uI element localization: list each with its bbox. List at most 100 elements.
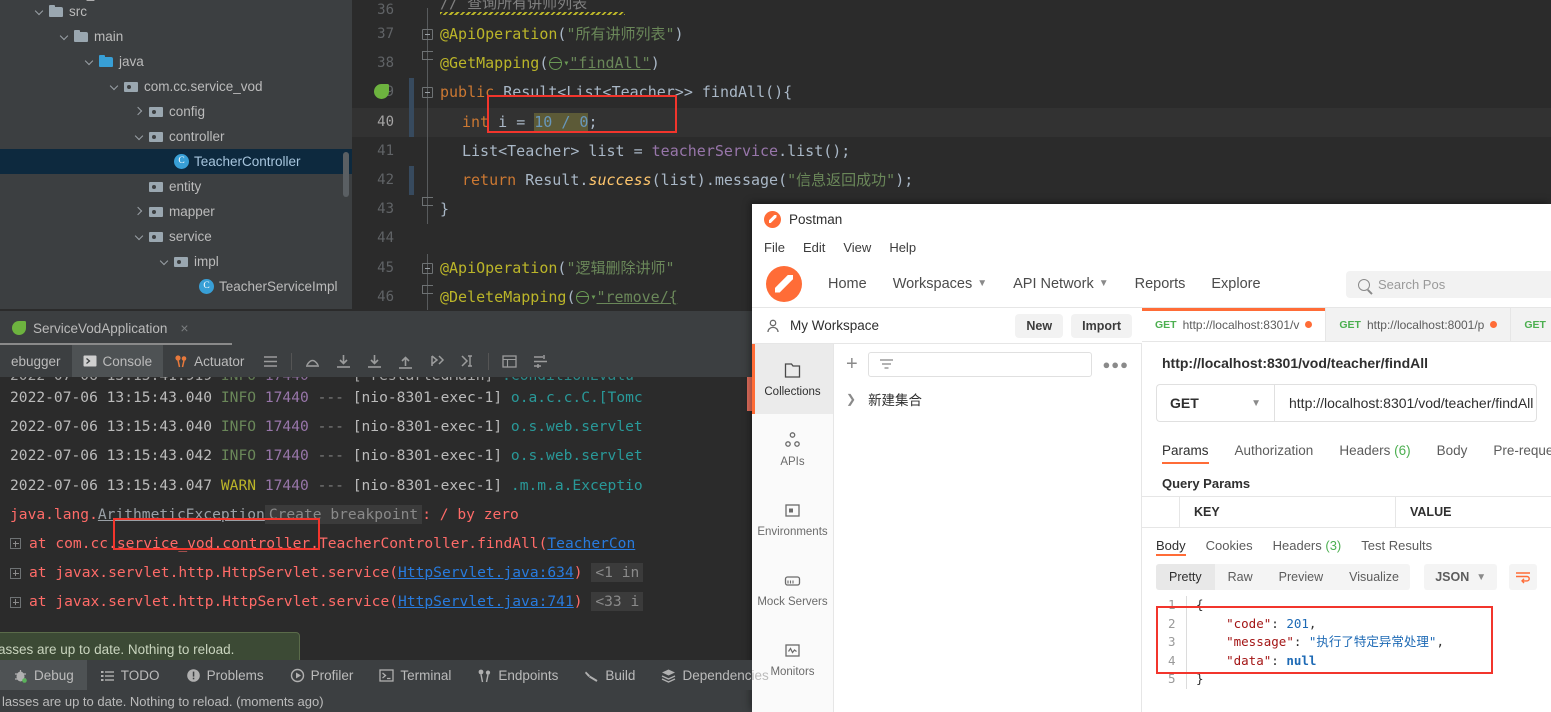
url-input[interactable]: http://localhost:8301/vod/teacher/findAl… — [1274, 384, 1537, 422]
stack-frame-line[interactable]: at javax.servlet.http.HttpServlet.servic… — [0, 558, 752, 587]
nav-home[interactable]: Home — [828, 276, 867, 292]
mapping-string[interactable]: "remove/{ — [597, 288, 678, 306]
rail-item-collections[interactable]: Collections — [752, 344, 833, 414]
bottom-tab-todo[interactable]: TODO — [87, 660, 173, 690]
tab-authorization[interactable]: Authorization — [1235, 430, 1314, 470]
tree-item-mapper[interactable]: mapper — [0, 199, 352, 224]
bottom-tab-build[interactable]: Build — [571, 660, 648, 690]
request-pane[interactable]: http://localhost:8301/vod/teacher/findAl… — [1142, 342, 1551, 712]
format-pretty[interactable]: Pretty — [1156, 564, 1215, 590]
fold-bar[interactable] — [418, 282, 440, 310]
mapping-string[interactable]: "findAll" — [569, 54, 650, 72]
format-raw[interactable]: Raw — [1215, 564, 1266, 590]
postman-nav-bar[interactable]: Home Workspaces ▼ API Network ▼ Reports Ex… — [752, 260, 1551, 308]
tab-debugger[interactable]: ebugger — [0, 345, 72, 377]
expand-icon[interactable] — [10, 567, 21, 579]
tree-item-teachercontroller[interactable]: C TeacherController — [0, 149, 352, 174]
menu-view[interactable]: View — [843, 240, 871, 255]
menu-file[interactable]: File — [764, 240, 785, 255]
frame-link[interactable]: HttpServlet.java:634 — [398, 564, 574, 581]
tool-window-bar[interactable]: Debug TODO Problems Profiler Terminal En… — [0, 660, 769, 690]
chevron-down-icon[interactable] — [133, 230, 146, 243]
rail-item-apis[interactable]: APIs — [752, 414, 833, 484]
evaluate-expression-icon[interactable] — [501, 353, 518, 370]
chevron-down-icon[interactable]: ▾ — [590, 283, 596, 310]
project-tree[interactable]: service_vodsrcmain javacom.cc.service_vod… — [0, 0, 352, 310]
menu-edit[interactable]: Edit — [803, 240, 825, 255]
wrap-lines-button[interactable] — [1509, 564, 1537, 590]
chevron-right-icon[interactable]: ❯ — [846, 392, 856, 406]
step-over-icon[interactable] — [304, 353, 321, 370]
console-toolbar[interactable]: ebugger Console Actuator — [0, 345, 752, 377]
nav-explore[interactable]: Explore — [1211, 276, 1260, 292]
format-visualize[interactable]: Visualize — [1336, 564, 1410, 590]
tree-item-java[interactable]: java — [0, 49, 352, 74]
expand-icon[interactable] — [10, 596, 21, 608]
select-all-checkbox-cell[interactable] — [1142, 497, 1180, 527]
fold-bar[interactable] — [418, 165, 440, 196]
step-into-icon[interactable] — [335, 353, 352, 370]
tab-response-body[interactable]: Body — [1156, 528, 1186, 562]
tree-item-impl[interactable]: impl — [0, 249, 352, 274]
chevron-down-icon[interactable] — [33, 5, 46, 18]
fold-bar[interactable] — [418, 195, 440, 225]
fold-bar[interactable] — [418, 78, 440, 108]
tab-pre-request-script[interactable]: Pre-request Scr — [1493, 430, 1551, 470]
postman-window[interactable]: Postman File Edit View Help Home Workspa… — [752, 204, 1551, 712]
tab-response-cookies[interactable]: Cookies — [1206, 528, 1253, 562]
stack-frame-line[interactable]: at javax.servlet.http.HttpServlet.servic… — [0, 587, 752, 616]
fold-bar[interactable] — [418, 20, 440, 50]
tab-response-headers[interactable]: Headers (3) — [1273, 528, 1342, 562]
workspace-name[interactable]: My Workspace — [790, 318, 879, 333]
rail-item-flows[interactable]: Flows — [752, 694, 833, 712]
add-icon[interactable]: + — [846, 354, 858, 374]
chevron-down-icon[interactable] — [83, 55, 96, 68]
tree-item-config[interactable]: config — [0, 99, 352, 124]
tree-item-teacherserviceimpl[interactable]: C TeacherServiceImpl — [0, 274, 352, 299]
filter-input[interactable] — [867, 351, 1093, 377]
postman-brand-icon[interactable] — [766, 265, 802, 302]
search-input[interactable]: Search Pos — [1346, 271, 1551, 298]
collection-item[interactable]: ❯ 新建集合 — [834, 384, 1141, 414]
drop-frame-icon[interactable] — [428, 353, 445, 370]
bottom-tab-endpoints[interactable]: Endpoints — [464, 660, 571, 690]
fold-bar[interactable] — [418, 136, 440, 166]
tab-headers[interactable]: Headers (6) — [1339, 430, 1410, 470]
rail-item-mock-servers[interactable]: Mock Servers — [752, 554, 833, 624]
new-button[interactable]: New — [1015, 313, 1064, 338]
more-options-icon[interactable]: ●●● — [1102, 357, 1129, 372]
chevron-down-icon[interactable] — [133, 130, 146, 143]
tree-item-controller[interactable]: controller — [0, 124, 352, 149]
globe-icon[interactable] — [548, 57, 563, 71]
hidden-frames-badge[interactable]: <1 in — [591, 563, 644, 583]
request-tabs[interactable]: Params Authorization Headers (6) Body Pr… — [1142, 430, 1551, 470]
content-type-select[interactable]: JSON ▼ — [1424, 564, 1498, 590]
tree-item-com-cc-service-vod[interactable]: com.cc.service_vod — [0, 74, 352, 99]
soft-wrap-icon[interactable] — [262, 353, 279, 370]
request-tab[interactable]: GET http://localhost:8301/v — [1142, 308, 1327, 341]
tree-item-src[interactable]: src — [0, 0, 352, 24]
collections-panel[interactable]: + ●●● ❯ 新建集合 — [834, 344, 1142, 712]
bottom-tab-dependencies[interactable]: Dependencies — [648, 660, 781, 690]
fold-bar[interactable] — [418, 0, 440, 28]
response-format-bar[interactable]: Pretty Raw Preview Visualize JSON ▼ — [1142, 562, 1551, 592]
response-body-json[interactable]: 1{2 "code": 201, 3 "message": "执行了特定异常处理"… — [1156, 596, 1537, 689]
step-out-icon[interactable] — [397, 353, 414, 370]
response-tabs[interactable]: Body Cookies Headers (3) Test Results — [1142, 528, 1551, 562]
bottom-tab-profiler[interactable]: Profiler — [277, 660, 367, 690]
fold-bar[interactable] — [418, 253, 440, 283]
fold-bar[interactable] — [418, 107, 440, 137]
console-output[interactable]: 2022-07-06 13:15:41.919 INFO 17440 --- [… — [0, 377, 752, 660]
nav-workspaces[interactable]: Workspaces ▼ — [893, 276, 987, 292]
chevron-right-icon[interactable] — [133, 205, 146, 218]
tab-actuator[interactable]: Actuator — [163, 345, 255, 377]
menu-help[interactable]: Help — [889, 240, 916, 255]
chevron-right-icon[interactable] — [133, 105, 146, 118]
format-preview[interactable]: Preview — [1266, 564, 1336, 590]
chevron-down-icon[interactable] — [58, 30, 71, 43]
close-icon[interactable]: × — [180, 320, 188, 336]
tree-item-main[interactable]: main — [0, 24, 352, 49]
nav-api-network[interactable]: API Network ▼ — [1013, 276, 1109, 292]
bottom-tab-problems[interactable]: Problems — [173, 660, 277, 690]
tab-params[interactable]: Params — [1162, 430, 1209, 470]
